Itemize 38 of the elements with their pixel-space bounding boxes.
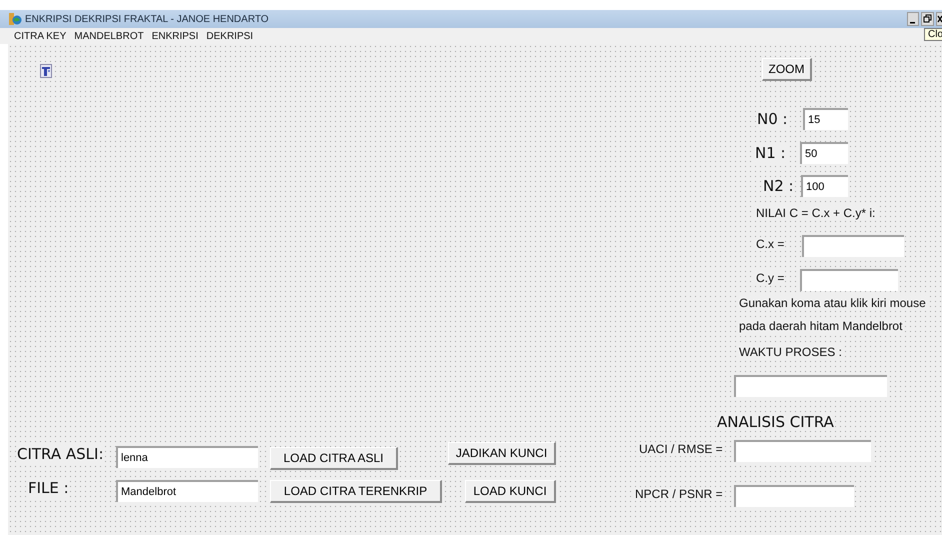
close-icon[interactable] [936, 12, 942, 26]
field-label: CITRA ASLI: [16, 445, 105, 463]
hint-text: Gunakan koma atau klik kiri mouse [738, 296, 927, 310]
input-field[interactable]: 15 [803, 108, 848, 130]
input-field[interactable] [734, 440, 871, 462]
input-field[interactable] [802, 235, 904, 257]
input-field[interactable] [734, 485, 854, 507]
process-time-field[interactable] [734, 375, 887, 397]
field-label: C.y = [755, 271, 786, 285]
param-label: N0 : [756, 110, 789, 128]
menu-item[interactable]: MANDELBROT [74, 30, 144, 42]
action-button[interactable]: LOAD CITRA ASLI [270, 447, 398, 470]
field-label: FILE : [27, 479, 70, 497]
menu-item[interactable]: ENKRIPSI [152, 30, 198, 42]
param-label: N1 : [754, 144, 787, 162]
field-label: NPCR / PSNR = [634, 487, 724, 501]
menu-item[interactable]: DEKRIPSI [206, 30, 254, 42]
field-label: C.x = [755, 237, 786, 251]
input-field[interactable]: 100 [801, 175, 848, 197]
action-button[interactable]: LOAD CITRA TERENKRIP [270, 480, 442, 503]
control-icon [40, 64, 52, 78]
globe-icon [8, 12, 22, 26]
zoom-button[interactable]: ZOOM [762, 58, 812, 81]
param-label: N2 : [762, 177, 795, 195]
minimize-icon[interactable] [907, 12, 919, 26]
action-button[interactable]: JADIKAN KUNCI [448, 442, 556, 465]
menu-item[interactable]: CITRA KEY [14, 30, 66, 42]
action-button[interactable]: LOAD KUNCI [465, 480, 556, 503]
input-field[interactable]: 50 [800, 142, 848, 164]
field-label: UACI / RMSE = [638, 442, 724, 456]
restore-icon[interactable] [921, 12, 934, 26]
input-field[interactable] [800, 269, 898, 291]
hint-text: pada daerah hitam Mandelbrot [738, 319, 904, 333]
formula-label: NILAI C = C.x + C.y* i: [755, 206, 876, 220]
window-title: ENKRIPSI DEKRIPSI FRAKTAL - JANOE HENDARTO [25, 14, 269, 24]
process-time-label: WAKTU PROSES : [738, 345, 843, 359]
input-field[interactable]: Mandelbrot [116, 480, 258, 502]
input-field[interactable]: lenna [116, 446, 258, 468]
